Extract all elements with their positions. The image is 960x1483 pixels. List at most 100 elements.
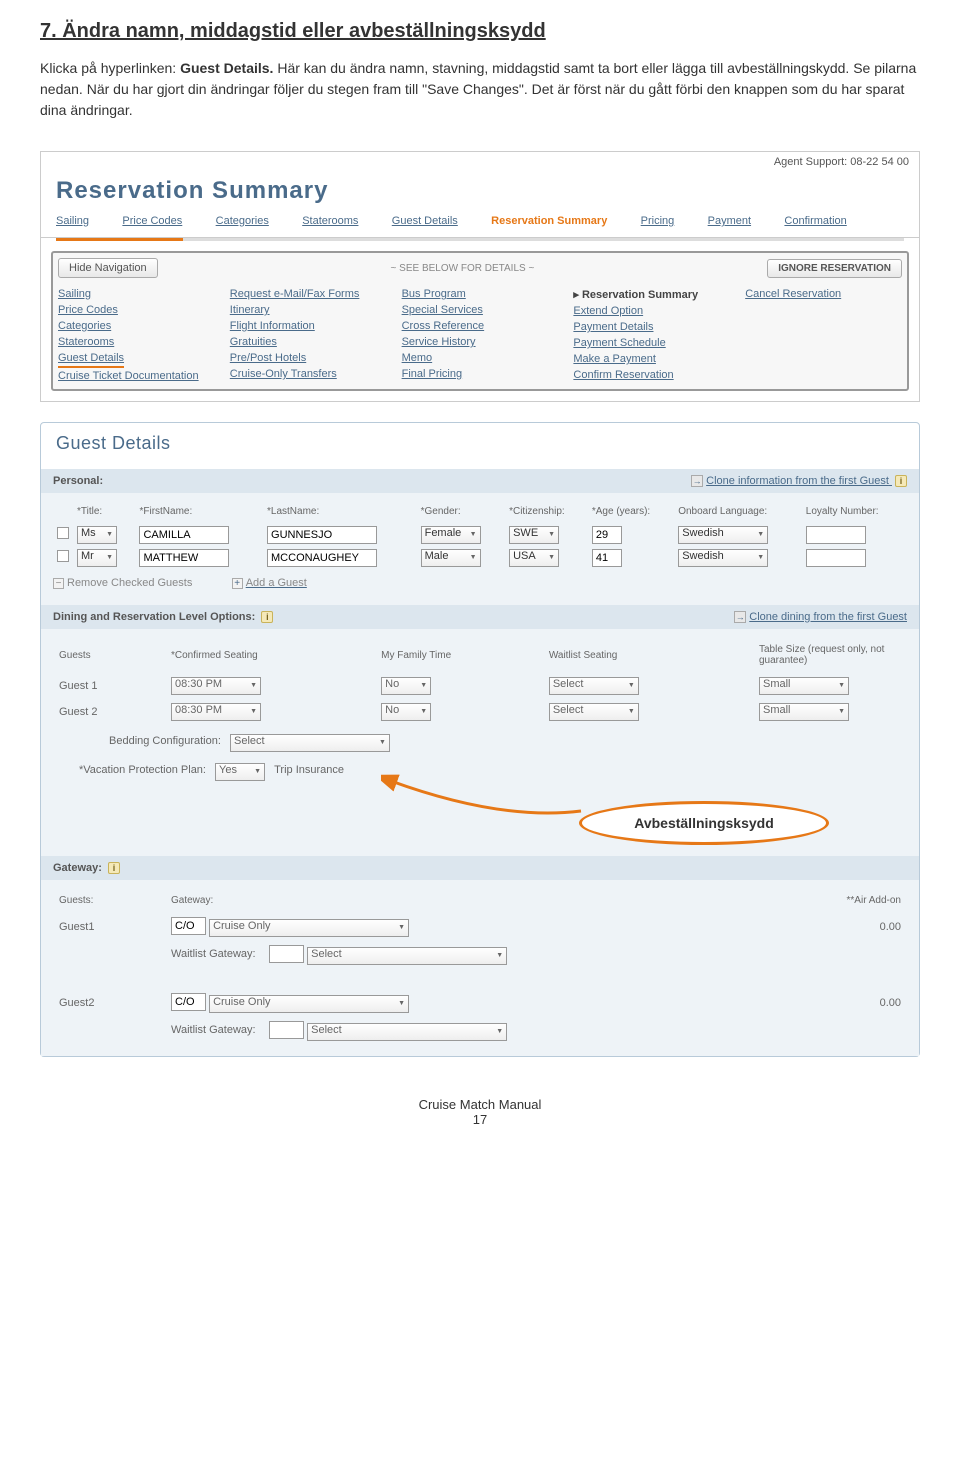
nav-cross-reference[interactable]: Cross Reference: [402, 318, 559, 334]
gw-guest1-code-input[interactable]: [171, 917, 206, 935]
guest1-seating-select[interactable]: 08:30 PM: [171, 677, 261, 695]
col-language: Onboard Language:: [674, 503, 802, 523]
guest2-seating-select[interactable]: 08:30 PM: [171, 703, 261, 721]
guest-row-2: Mr Male USA Swedish: [53, 546, 907, 569]
crumb-reservation-summary[interactable]: Reservation Summary: [491, 210, 607, 232]
nav-request-email-fax[interactable]: Request e-Mail/Fax Forms: [230, 286, 387, 302]
nav-bus-program[interactable]: Bus Program: [402, 286, 559, 302]
nav-categories[interactable]: Categories: [58, 318, 215, 334]
remove-checked-guests[interactable]: −Remove Checked Guests: [53, 577, 210, 589]
gw-guest1-gateway-select[interactable]: Cruise Only: [209, 919, 409, 937]
navigation-panel: Hide Navigation ~ SEE BELOW FOR DETAILS …: [51, 251, 909, 391]
nav-extend-option[interactable]: Extend Option: [573, 303, 730, 319]
crumb-price-codes[interactable]: Price Codes: [122, 210, 182, 232]
guest1-citizenship-select[interactable]: SWE: [509, 526, 559, 544]
nav-pre-post-hotels[interactable]: Pre/Post Hotels: [230, 350, 387, 366]
vacation-protection-select[interactable]: Yes: [215, 763, 265, 781]
dcol-seating: *Confirmed Seating: [167, 641, 375, 672]
nav-make-a-payment[interactable]: Make a Payment: [573, 351, 730, 367]
nav-cruise-ticket-documentation[interactable]: Cruise Ticket Documentation: [58, 368, 215, 384]
gw-guest2-waitlist-select[interactable]: Select: [307, 1023, 507, 1041]
guest2-loyalty-input[interactable]: [806, 549, 866, 567]
guest1-familytime-select[interactable]: No: [381, 677, 431, 695]
add-a-guest[interactable]: +Add a Guest: [232, 577, 325, 589]
guest1-age-input[interactable]: [592, 526, 622, 544]
guest2-familytime-select[interactable]: No: [381, 703, 431, 721]
ignore-reservation-button[interactable]: IGNORE RESERVATION: [767, 259, 902, 278]
gw-guest2-label: Guest2: [55, 990, 165, 1016]
guest1-waitlist-select[interactable]: Select: [549, 677, 639, 695]
see-below-dropdown[interactable]: ~ SEE BELOW FOR DETAILS ~: [391, 263, 535, 274]
dining-guest2-label: Guest 2: [55, 700, 165, 724]
crumb-guest-details[interactable]: Guest Details: [392, 210, 458, 232]
guest1-firstname-input[interactable]: [139, 526, 229, 544]
gw-guest1-wlcode-input[interactable]: [269, 945, 304, 963]
gw-guest2-code-input[interactable]: [171, 993, 206, 1011]
guest1-tablesize-select[interactable]: Small: [759, 677, 849, 695]
dining-row-2: Guest 2 08:30 PM No Select Small: [55, 700, 905, 724]
vacation-protection-label: *Vacation Protection Plan:: [79, 764, 206, 776]
info-icon[interactable]: i: [108, 862, 120, 874]
col-loyalty: Loyalty Number:: [802, 503, 907, 523]
crumb-sailing[interactable]: Sailing: [56, 210, 89, 232]
nav-final-pricing[interactable]: Final Pricing: [402, 366, 559, 382]
guest1-checkbox[interactable]: [57, 527, 69, 539]
screenshot-panel: Agent Support: 08-22 54 00 Reservation S…: [40, 151, 920, 402]
guest2-lastname-input[interactable]: [267, 549, 377, 567]
guest2-firstname-input[interactable]: [139, 549, 229, 567]
nav-gratuities[interactable]: Gratuities: [230, 334, 387, 350]
guest2-waitlist-select[interactable]: Select: [549, 703, 639, 721]
col-gender: *Gender:: [417, 503, 506, 523]
clone-dining-link[interactable]: →Clone dining from the first Guest: [734, 611, 907, 623]
guest2-title-select[interactable]: Mr: [77, 549, 117, 567]
gw-guest2-gateway-select[interactable]: Cruise Only: [209, 995, 409, 1013]
crumb-pricing[interactable]: Pricing: [641, 210, 675, 232]
gw-guest1-waitlist-label: Waitlist Gateway:: [171, 948, 266, 960]
guest2-tablesize-select[interactable]: Small: [759, 703, 849, 721]
gw-guest2-waitlist-label: Waitlist Gateway:: [171, 1024, 266, 1036]
crumb-categories[interactable]: Categories: [216, 210, 269, 232]
guest1-language-select[interactable]: Swedish: [678, 526, 768, 544]
nav-special-services[interactable]: Special Services: [402, 302, 559, 318]
gw-guest1-addon: 0.00: [795, 914, 905, 940]
nav-staterooms[interactable]: Staterooms: [58, 334, 215, 350]
col-citizenship: *Citizenship:: [505, 503, 588, 523]
footer-title: Cruise Match Manual: [0, 1097, 960, 1112]
guest1-gender-select[interactable]: Female: [421, 526, 481, 544]
nav-reservation-summary[interactable]: Reservation Summary: [573, 286, 730, 303]
guest1-loyalty-input[interactable]: [806, 526, 866, 544]
guest1-lastname-input[interactable]: [267, 526, 377, 544]
crumb-confirmation[interactable]: Confirmation: [784, 210, 846, 232]
clone-personal-link[interactable]: →Clone information from the first Guest …: [691, 475, 907, 487]
crumb-staterooms[interactable]: Staterooms: [302, 210, 358, 232]
info-icon[interactable]: i: [261, 611, 273, 623]
nav-memo[interactable]: Memo: [402, 350, 559, 366]
hide-navigation-button[interactable]: Hide Navigation: [58, 258, 158, 278]
guest2-citizenship-select[interactable]: USA: [509, 549, 559, 567]
nav-cancel-reservation[interactable]: Cancel Reservation: [745, 286, 902, 302]
nav-guest-details[interactable]: Guest Details: [58, 350, 124, 368]
nav-sailing[interactable]: Sailing: [58, 286, 215, 302]
info-icon[interactable]: i: [895, 475, 907, 487]
guest2-age-input[interactable]: [592, 549, 622, 567]
callout-oval: Avbeställningsksydd: [579, 801, 829, 845]
gw-guest1-waitlist-select[interactable]: Select: [307, 947, 507, 965]
nav-payment-details[interactable]: Payment Details: [573, 319, 730, 335]
guest1-title-select[interactable]: Ms: [77, 526, 117, 544]
gwcol-addon: **Air Add-on: [795, 892, 905, 912]
guest2-checkbox[interactable]: [57, 550, 69, 562]
bedding-select[interactable]: Select: [230, 734, 390, 752]
nav-payment-schedule[interactable]: Payment Schedule: [573, 335, 730, 351]
gateway-row-2: Guest2 Cruise Only 0.00: [55, 990, 905, 1016]
guest2-gender-select[interactable]: Male: [421, 549, 481, 567]
dcol-family: My Family Time: [377, 641, 543, 672]
nav-itinerary[interactable]: Itinerary: [230, 302, 387, 318]
crumb-payment[interactable]: Payment: [708, 210, 751, 232]
nav-confirm-reservation[interactable]: Confirm Reservation: [573, 367, 730, 383]
nav-cruise-only-transfers[interactable]: Cruise-Only Transfers: [230, 366, 387, 382]
nav-flight-information[interactable]: Flight Information: [230, 318, 387, 334]
gw-guest2-wlcode-input[interactable]: [269, 1021, 304, 1039]
nav-price-codes[interactable]: Price Codes: [58, 302, 215, 318]
nav-service-history[interactable]: Service History: [402, 334, 559, 350]
guest2-language-select[interactable]: Swedish: [678, 549, 768, 567]
